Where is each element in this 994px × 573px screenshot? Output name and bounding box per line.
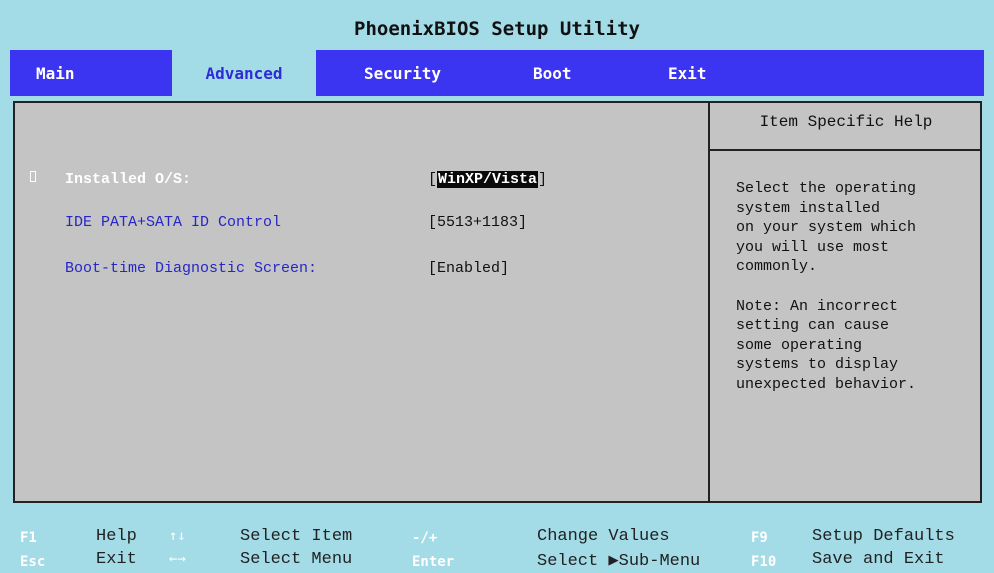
setting-installed-os-label[interactable]: Installed O/S: xyxy=(65,171,191,188)
key-f1: F1 xyxy=(20,530,37,546)
setting-installed-os-value[interactable]: [WinXP/Vista] xyxy=(428,171,547,188)
key-change-values-desc: Change Values xyxy=(537,527,670,546)
bracket-close: ] xyxy=(538,171,548,188)
bracket-open: [ xyxy=(428,171,438,188)
key-f1-desc: Help xyxy=(96,527,137,546)
help-text: Select the operating system installed on… xyxy=(736,180,917,393)
setting-boot-diagnostic-value[interactable]: [Enabled] xyxy=(428,260,509,277)
setting-ide-id-control-value[interactable]: [5513+1183] xyxy=(428,214,527,231)
arrows-leftright-icon: ←→ xyxy=(169,551,186,567)
tab-main[interactable]: Main xyxy=(36,50,75,96)
key-esc-desc: Exit xyxy=(96,550,137,569)
key-f9: F9 xyxy=(751,530,768,546)
help-divider xyxy=(710,149,982,151)
setting-ide-id-control-label[interactable]: IDE PATA+SATA ID Control xyxy=(65,214,281,231)
setting-boot-diagnostic-label[interactable]: Boot-time Diagnostic Screen: xyxy=(65,260,317,277)
tab-advanced[interactable]: Advanced xyxy=(172,50,316,96)
arrows-updown-icon: ↑↓ xyxy=(169,528,186,544)
key-submenu-desc: Select ▶Sub-Menu xyxy=(537,552,701,571)
key-save-exit-desc: Save and Exit xyxy=(812,550,945,569)
selection-marker-icon xyxy=(30,171,36,182)
key-esc: Esc xyxy=(20,554,46,570)
app-title: PhoenixBIOS Setup Utility xyxy=(10,0,984,50)
key-f10: F10 xyxy=(751,554,777,570)
vertical-divider xyxy=(708,101,710,503)
key-select-menu-desc: Select Menu xyxy=(240,550,353,569)
help-title: Item Specific Help xyxy=(759,113,933,131)
key-setup-defaults-desc: Setup Defaults xyxy=(812,527,955,546)
key-enter: Enter xyxy=(412,554,455,570)
tab-boot[interactable]: Boot xyxy=(533,50,572,96)
tab-exit[interactable]: Exit xyxy=(668,50,707,96)
menu-bar: Main Advanced Security Boot Exit xyxy=(10,50,984,96)
selected-value-highlight[interactable]: WinXP/Vista xyxy=(437,171,539,188)
key-select-item-desc: Select Item xyxy=(240,527,353,546)
key-plus-minus: -/+ xyxy=(412,530,438,546)
tab-security[interactable]: Security xyxy=(364,50,441,96)
